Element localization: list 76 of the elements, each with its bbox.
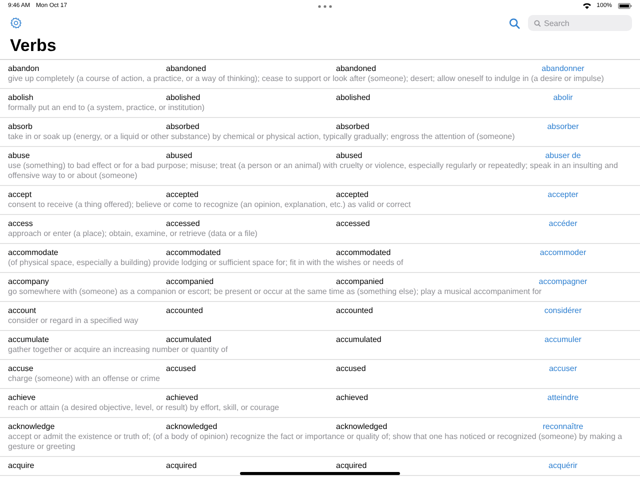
verb-past: abused [166, 151, 194, 161]
verb-past: achieved [166, 393, 200, 403]
verb-past: abolished [166, 93, 202, 103]
verb-participle: abandoned [336, 64, 378, 74]
verb-translation[interactable]: accepter [494, 190, 632, 200]
verb-participle: abused [336, 151, 364, 161]
verb-participle: accompanied [336, 277, 385, 287]
verb-infinitive: accept [8, 190, 33, 200]
verb-infinitive: abuse [8, 151, 31, 161]
verb-definition: use (something) to bad effect or for a bad purpose; misuse; treat (a person or an animal) with cruelty or violence, especially regularly or repeatedly; speak in an insulting and offensive way to or about (someone) [8, 161, 619, 181]
verb-participle: accepted [336, 190, 370, 200]
verb-participle: absorbed [336, 122, 370, 132]
verb-translation[interactable]: abandonner [494, 64, 632, 74]
verb-past: acknowledged [166, 422, 218, 432]
verb-participle: accounted [336, 306, 374, 316]
verb-past: absorbed [166, 122, 200, 132]
wifi-icon [582, 3, 591, 9]
verb-definition: consent to receive (a thing offered); believe or come to recognize (an opinion, explanation, etc.) as valid or correct [8, 200, 412, 210]
settings-icon[interactable] [10, 17, 22, 29]
verb-infinitive: abandon [8, 64, 40, 74]
search-field[interactable]: Search [528, 15, 632, 31]
verb-past: accommodated [166, 248, 222, 258]
verb-translation[interactable]: atteindre [494, 393, 632, 403]
verb-participle: acquired [336, 461, 368, 471]
verb-definition: gather together or acquire an increasing number or quantity of [8, 345, 229, 355]
verb-past: accessed [166, 219, 201, 229]
verb-participle: accused [336, 364, 367, 374]
verb-infinitive: abolish [8, 93, 34, 103]
verb-participle: acknowledged [336, 422, 388, 432]
battery-icon [618, 3, 632, 9]
verb-infinitive: access [8, 219, 34, 229]
verb-translation[interactable]: abuser de [494, 151, 632, 161]
verb-definition: (of physical space, especially a building) provide lodging or sufficient space for; fit in with the wishes or needs of [8, 258, 404, 268]
verb-translation[interactable]: accompagner [494, 277, 632, 287]
verb-translation[interactable]: accuser [494, 364, 632, 374]
verb-infinitive: acknowledge [8, 422, 56, 432]
verb-translation[interactable]: abolir [494, 93, 632, 103]
verb-definition: give up completely (a course of action, a practice, or a way of thinking); cease to support or look after (someone); desert; allow oneself to indulge in (a desire or impulse) [8, 74, 605, 84]
verb-definition: approach or enter (a place); obtain, examine, or retrieve (data or a file) [8, 229, 258, 239]
verb-participle: accumulated [336, 335, 382, 345]
verb-infinitive: account [8, 306, 38, 316]
verb-translation[interactable]: acquérir [494, 461, 632, 471]
verb-infinitive: absorb [8, 122, 34, 132]
verb-infinitive: accuse [8, 364, 34, 374]
verb-translation[interactable]: accéder [494, 219, 632, 229]
search-icon[interactable] [509, 18, 520, 28]
verb-translation[interactable]: absorber [494, 122, 632, 132]
verb-infinitive: accumulate [8, 335, 50, 345]
verb-past: accompanied [166, 277, 215, 287]
verb-definition: consider or regard in a specified way [8, 316, 140, 326]
more-dots-icon[interactable] [318, 4, 332, 8]
verb-participle: accessed [336, 219, 371, 229]
verb-participle: abolished [336, 93, 372, 103]
verb-infinitive: accommodate [8, 248, 60, 258]
verb-translation[interactable]: accommoder [494, 248, 632, 258]
verb-infinitive: achieve [8, 393, 37, 403]
verb-definition: take in or soak up (energy, or a liquid or other substance) by chemical or physical action, typically gradually; engross the attention of (someone) [8, 132, 516, 142]
verb-past: accounted [166, 306, 204, 316]
verb-past: abandoned [166, 64, 208, 74]
verb-definition: reach or attain (a desired objective, level, or result) by effort, skill, or courage [8, 403, 280, 413]
verb-participle: accommodated [336, 248, 392, 258]
verb-definition: charge (someone) with an offense or crime [8, 374, 161, 384]
verb-participle: achieved [336, 393, 370, 403]
verb-past: accepted [166, 190, 200, 200]
verb-past: acquired [166, 461, 198, 471]
verb-translation[interactable]: considérer [494, 306, 632, 316]
verb-infinitive: accompany [8, 277, 50, 287]
verb-translation[interactable]: reconnaître [494, 422, 632, 432]
verb-infinitive: acquire [8, 461, 36, 471]
page-title: Verbs [0, 34, 640, 60]
verb-past: accumulated [166, 335, 212, 345]
verb-definition: accept or admit the existence or truth of; (of a body of opinion) recognize the fact or importance or quality of; show that one has noticed or recognized (someone) by making a gesture or greeting [8, 432, 624, 452]
verb-past: accused [166, 364, 197, 374]
verb-definition: go somewhere with (someone) as a companion or escort; be present or occur at the same time as (something else); play a musical accompaniment for [8, 287, 543, 297]
verb-translation[interactable]: accumuler [494, 335, 632, 345]
verb-definition: formally put an end to (a system, practice, or institution) [8, 103, 206, 113]
